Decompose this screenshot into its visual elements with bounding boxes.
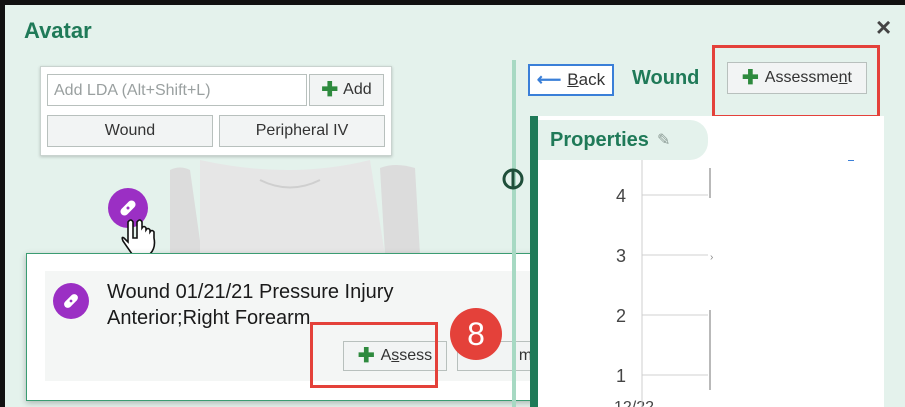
pencil-icon[interactable]: ✎ — [657, 130, 670, 150]
add-lda-input[interactable]: Add LDA (Alt+Shift+L) — [47, 74, 307, 106]
hand-cursor-icon — [121, 219, 156, 255]
add-lda-button[interactable]: ✚ Add — [309, 74, 384, 106]
x-tick-label: 12/22 — [614, 399, 654, 407]
svg-text:›: › — [710, 252, 713, 263]
wound-title: Wound — [632, 67, 700, 89]
highlight-assessment — [712, 45, 880, 118]
body-avatar[interactable] — [170, 160, 430, 255]
back-label: Back — [567, 70, 606, 89]
y-tick-label: 4 — [616, 186, 626, 206]
plus-icon: ✚ — [321, 79, 339, 101]
wound-chart: 4 3 2 1 12/22 › — [614, 160, 854, 407]
window-title: Avatar — [24, 18, 92, 43]
panel-divider[interactable] — [512, 60, 516, 407]
resize-handle-icon[interactable] — [502, 168, 524, 190]
properties-label: Properties — [550, 128, 649, 151]
close-icon[interactable]: × — [876, 14, 891, 40]
step-badge: 8 — [450, 308, 502, 360]
y-tick-label: 2 — [616, 306, 626, 326]
back-button[interactable]: ⟵ Back — [528, 64, 614, 96]
arrow-left-icon: ⟵ — [536, 70, 562, 89]
highlight-assess — [310, 322, 438, 388]
properties-tab[interactable]: Properties ✎ — [538, 120, 708, 160]
wound-description-line2: Anterior;Right Forearm — [107, 307, 311, 329]
add-lda-label: Add — [343, 81, 372, 98]
bandage-icon — [120, 200, 136, 216]
wound-quick-button[interactable]: Wound — [47, 115, 213, 147]
wound-description-line1: Wound 01/21/21 Pressure Injury — [107, 281, 394, 303]
peripheral-iv-quick-button[interactable]: Peripheral IV — [219, 115, 385, 147]
y-tick-label: 3 — [616, 246, 626, 266]
bandage-icon — [53, 283, 89, 319]
lda-panel: Add LDA (Alt+Shift+L) ✚ Add Wound Periph… — [40, 66, 392, 156]
y-tick-label: 1 — [616, 366, 626, 386]
